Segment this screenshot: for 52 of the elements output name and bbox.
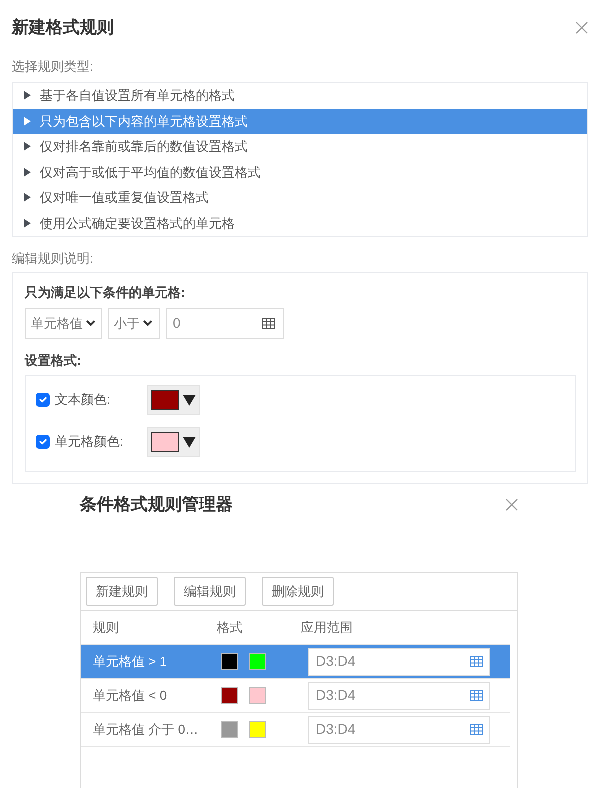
rule-type-item[interactable]: 只为包含以下内容的单元格设置格式 xyxy=(13,108,587,134)
section-heading: 设置格式: xyxy=(25,352,82,370)
rule-type-item[interactable]: 仅对高于或低于平均值的数值设置格式 xyxy=(13,160,587,185)
toolbar-button[interactable]: 编辑规则 xyxy=(174,577,246,606)
close-icon[interactable] xyxy=(576,22,588,34)
grid-icon[interactable] xyxy=(470,724,483,735)
column-header: 规则 xyxy=(93,620,119,635)
rule-text: 单元格值 > 1 xyxy=(93,654,168,669)
grid-icon[interactable] xyxy=(470,656,483,667)
grid-icon[interactable] xyxy=(262,318,275,329)
grid-icon[interactable] xyxy=(470,690,483,701)
chevron-down-icon xyxy=(143,320,153,327)
value-field[interactable]: 0 xyxy=(166,308,284,339)
triangle-icon xyxy=(24,116,31,126)
triangle-icon xyxy=(24,218,31,228)
column-header: 格式 xyxy=(217,620,243,635)
triangle-icon xyxy=(24,142,31,152)
toolbar-button[interactable]: 删除规则 xyxy=(262,577,334,606)
section-label: 编辑规则说明: xyxy=(12,250,95,268)
triangle-icon xyxy=(24,168,31,177)
dropdown-triangle-icon xyxy=(183,394,196,406)
rule-type-item[interactable]: 仅对唯一值或重复值设置格式 xyxy=(13,185,587,210)
close-icon[interactable] xyxy=(506,499,518,511)
section-heading: 只为满足以下条件的单元格: xyxy=(25,284,186,302)
rule-row[interactable]: 单元格值 介于 0… D3:D4 xyxy=(81,713,510,747)
range-field[interactable]: D3:D4 xyxy=(308,716,490,744)
chevron-down-icon xyxy=(86,320,96,327)
option-label: 文本颜色: xyxy=(55,391,112,410)
rule-row[interactable]: 单元格值 > 1 D3:D4 xyxy=(81,645,510,679)
column-header: 应用范围 xyxy=(301,620,353,635)
triangle-icon xyxy=(24,91,31,100)
rule-type-item[interactable]: 基于各自值设置所有单元格的格式 xyxy=(13,83,587,108)
option-label: 单元格颜色: xyxy=(55,433,125,452)
range-field[interactable]: D3:D4 xyxy=(308,648,490,676)
section-label: 选择规则类型: xyxy=(12,58,95,76)
triangle-icon xyxy=(24,193,31,202)
dialog-title: 新建格式规则 xyxy=(12,17,114,39)
operator-dropdown[interactable]: 小于 xyxy=(108,308,160,339)
color-picker-button[interactable] xyxy=(147,427,200,457)
rule-text: 单元格值 介于 0… xyxy=(93,722,198,737)
color-picker-button[interactable] xyxy=(147,385,200,415)
range-field[interactable]: D3:D4 xyxy=(308,682,490,710)
rule-row[interactable]: 单元格值 < 0 D3:D4 xyxy=(81,679,510,713)
field-dropdown[interactable]: 单元格值 xyxy=(25,308,102,339)
toolbar-button[interactable]: 新建规则 xyxy=(86,577,158,606)
dialog-title: 条件格式规则管理器 xyxy=(80,494,233,516)
checkbox[interactable] xyxy=(36,435,50,449)
dropdown-triangle-icon xyxy=(183,436,196,448)
rule-type-item[interactable]: 使用公式确定要设置格式的单元格 xyxy=(13,210,587,236)
rule-text: 单元格值 < 0 xyxy=(93,688,168,703)
rule-type-item[interactable]: 仅对排名靠前或靠后的数值设置格式 xyxy=(13,134,587,160)
checkbox[interactable] xyxy=(36,393,50,407)
